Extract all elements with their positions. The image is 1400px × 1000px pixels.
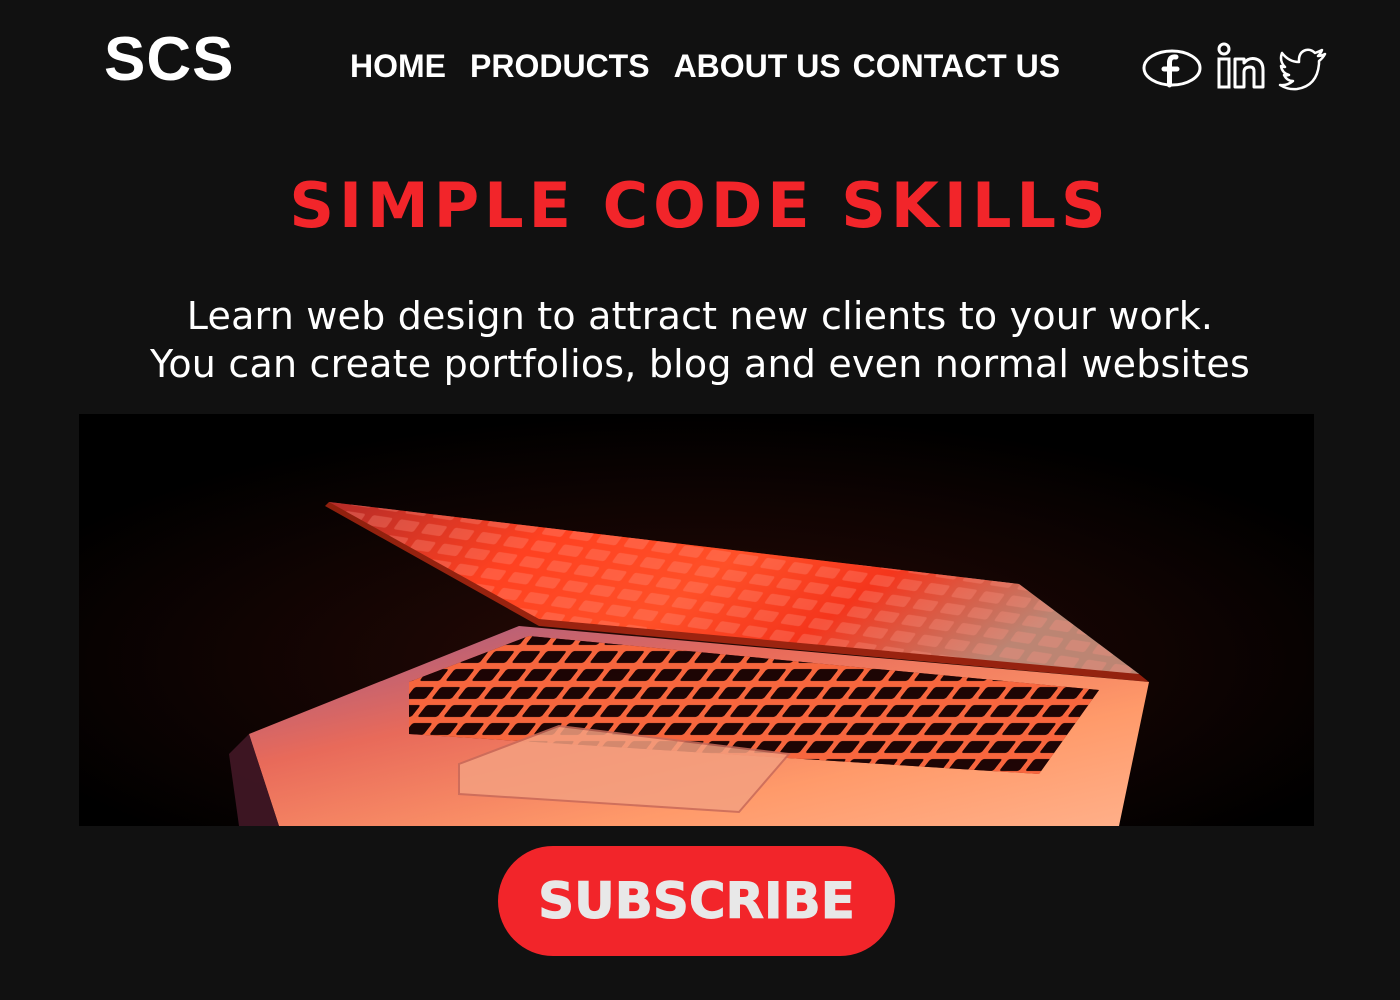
social-links (1140, 40, 1328, 97)
laptop-photo (79, 414, 1314, 826)
hero-subtitle-line-2: You can create portfolios, blog and even… (149, 342, 1250, 386)
subscribe-button[interactable]: SUBSCRIBE (498, 846, 895, 956)
site-logo[interactable]: SCS (104, 26, 234, 94)
linkedin-icon[interactable] (1216, 40, 1266, 97)
nav-contact-us[interactable]: CONTACT US (853, 46, 1060, 86)
facebook-icon[interactable] (1140, 40, 1204, 97)
nav-products[interactable]: PRODUCTS (470, 46, 650, 86)
hero-subtitle-line-1: Learn web design to attract new clients … (186, 294, 1214, 338)
twitter-icon[interactable] (1278, 40, 1328, 97)
hero-subtitle: Learn web design to attract new clients … (0, 292, 1400, 388)
hero-title: SIMPLE CODE SKILLS (289, 169, 1111, 242)
main-nav: HOME PRODUCTS ABOUT US CONTACT US (350, 44, 1060, 88)
nav-home[interactable]: HOME (350, 46, 446, 86)
nav-about-us[interactable]: ABOUT US (674, 46, 841, 86)
